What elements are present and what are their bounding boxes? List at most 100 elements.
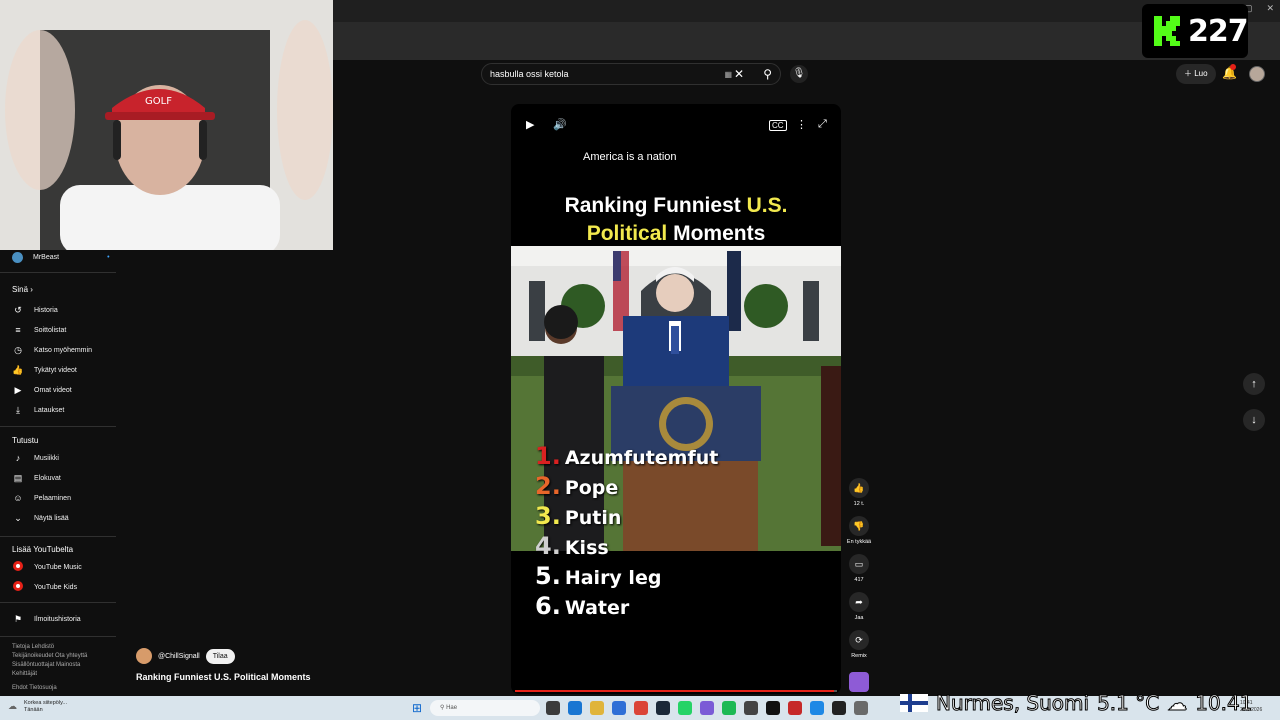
edge-icon[interactable] [568, 701, 582, 715]
sidebar-item-youtube-music[interactable]: YouTube Music [12, 561, 82, 573]
x-app-icon[interactable] [832, 701, 846, 715]
flag-icon: ⚑ [13, 614, 23, 624]
like-icon: 👍 [12, 365, 24, 375]
live-dot-icon: • [107, 254, 110, 261]
sidebar-item-gaming[interactable]: ☺ Pelaaminen [12, 493, 71, 503]
webcam-overlay: GOLF [0, 0, 333, 250]
epic-games-icon[interactable] [766, 701, 780, 715]
app-icon[interactable] [810, 701, 824, 715]
taskbar-search[interactable]: ⚲ Hae [430, 700, 540, 716]
sidebar: MrBeast • Sinä › ↺ Historia ≡ Soittolistat… [0, 250, 118, 696]
taskbar-weather[interactable]: Korkea siitepöly... Tänään [24, 700, 67, 714]
channel-row: @ChillSignall Tilaa [136, 648, 235, 664]
sidebar-item-label: Omat videot [34, 387, 72, 394]
finland-flag-icon [900, 694, 928, 712]
remix-icon[interactable]: ⟳ [849, 630, 869, 650]
sidebar-item-watch-later[interactable]: ◷ Katso myöhemmin [12, 345, 92, 356]
share-icon[interactable]: ➦ [849, 592, 869, 612]
overlay-time: 10.41 [1195, 691, 1253, 716]
close-icon[interactable]: ✕ [1266, 3, 1274, 14]
sidebar-item-my-videos[interactable]: ▶ Omat videot [12, 385, 72, 396]
sidebar-item-show-more[interactable]: ⌄ Näytä lisää [12, 513, 68, 524]
thumbs-down-icon[interactable]: 👎 [849, 516, 869, 536]
sidebar-item-report-history[interactable]: ⚑ Ilmoitushistoria [12, 614, 81, 625]
thumbs-up-icon[interactable]: 👍 [849, 478, 869, 498]
footer-link[interactable]: Tekijänoikeudet Ota yhteyttä [12, 652, 112, 661]
footer-links: Tietoja Lehdistö Tekijänoikeudet Ota yht… [12, 643, 112, 693]
previous-short-arrow-icon[interactable]: ↑ [1243, 373, 1265, 395]
rank-number: 6. [535, 592, 561, 620]
kick-logo-icon [1152, 14, 1182, 48]
section-heading-label: Sinä [12, 285, 29, 294]
search-box[interactable]: hasbulla ossi ketola ▦ ✕ ⚲ [481, 63, 781, 85]
sidebar-item-label: Tykätyt videot [34, 367, 77, 374]
footer-link[interactable]: Ehdot Tietosuoja [12, 684, 112, 693]
keyboard-icon[interactable]: ▦ [724, 70, 732, 79]
comment-icon[interactable]: ▭ [849, 554, 869, 574]
overlay-temp: 5.1 °C [1097, 691, 1160, 716]
recorder-icon[interactable] [788, 701, 802, 715]
sidebar-item-mrbeast[interactable]: MrBeast • [12, 252, 110, 263]
sidebar-item-movies[interactable]: ▤ Elokuvat [12, 473, 61, 484]
file-explorer-icon[interactable] [590, 701, 604, 715]
music-icon: ♪ [15, 453, 21, 463]
whatsapp-icon[interactable] [678, 701, 692, 715]
share-action[interactable]: ➦ Jaa [845, 592, 873, 621]
steam-icon[interactable] [656, 701, 670, 715]
sidebar-item-youtube-kids[interactable]: YouTube Kids [12, 581, 77, 593]
sound-thumbnail[interactable] [849, 672, 869, 692]
obs-icon[interactable] [744, 701, 758, 715]
progress-bar[interactable] [515, 690, 837, 692]
divider [0, 426, 116, 427]
like-action[interactable]: 👍 12 t. [845, 478, 873, 507]
chevron-down-icon: ⌄ [14, 513, 22, 523]
footer-link[interactable]: Sisällöntuottajat Mainosta [12, 661, 112, 670]
clear-search-icon[interactable]: ✕ [734, 67, 744, 81]
footer-link[interactable]: Tietoja Lehdistö [12, 643, 112, 652]
notification-badge [1230, 64, 1236, 70]
shorts-player[interactable]: ▶ 🔊 CC ⋮ ⤢ America is a nation Ranking F… [511, 104, 841, 694]
channel-name[interactable]: @ChillSignall [158, 653, 200, 660]
comment-action[interactable]: ▭ 417 [845, 554, 873, 583]
sidebar-item-liked[interactable]: 👍 Tykätyt videot [12, 365, 77, 376]
game-icon: ☺ [13, 493, 23, 503]
dislike-action[interactable]: 👎 En tykkää [845, 516, 873, 545]
rank-item-6: 6. Water [535, 592, 718, 622]
windows-start-icon[interactable]: ⊞ [412, 701, 422, 715]
divider [0, 636, 116, 637]
next-short-arrow-icon[interactable]: ↓ [1243, 409, 1265, 431]
sidebar-item-music[interactable]: ♪ Musiikki [12, 453, 59, 463]
more-options-icon[interactable]: ⋮ [796, 118, 807, 131]
remix-action[interactable]: ⟳ Remix [845, 630, 873, 659]
progress-fill [515, 690, 834, 692]
footer-link[interactable]: Kehittäjät [12, 670, 112, 679]
create-button[interactable]: ＋ Luo [1176, 64, 1216, 84]
store-icon[interactable] [612, 701, 626, 715]
sidebar-item-history[interactable]: ↺ Historia [12, 305, 58, 316]
section-heading-you[interactable]: Sinä › [12, 285, 33, 294]
chrome-icon[interactable] [634, 701, 648, 715]
kick-viewer-badge: 227 [1142, 4, 1249, 58]
rank-text: Water [564, 597, 630, 619]
task-view-icon[interactable] [546, 701, 560, 715]
account-avatar[interactable] [1249, 66, 1265, 82]
search-input[interactable]: hasbulla ossi ketola [490, 69, 569, 79]
volume-icon[interactable]: 🔊 [553, 118, 567, 131]
watch-later-icon: ◷ [14, 345, 22, 355]
sidebar-item-playlists[interactable]: ≡ Soittolistat [12, 325, 66, 335]
discord-icon[interactable] [700, 701, 714, 715]
sidebar-item-downloads[interactable]: ⤓ Lataukset [12, 405, 64, 416]
play-icon[interactable]: ▶ [526, 118, 534, 131]
app-icon[interactable] [854, 701, 868, 715]
channel-avatar[interactable] [136, 648, 152, 664]
search-icon[interactable]: ⚲ [763, 67, 772, 81]
section-heading-explore: Tutustu [12, 436, 39, 445]
spotify-icon[interactable] [722, 701, 736, 715]
share-label: Jaa [854, 615, 864, 621]
captions-icon[interactable]: CC [769, 120, 787, 131]
microphone-icon[interactable]: 🎙 [790, 65, 808, 83]
taskbar-search-placeholder: Hae [446, 705, 458, 711]
sidebar-item-label: Musiikki [34, 454, 59, 462]
fullscreen-icon[interactable]: ⤢ [818, 118, 827, 131]
subscribe-button[interactable]: Tilaa [205, 648, 235, 664]
